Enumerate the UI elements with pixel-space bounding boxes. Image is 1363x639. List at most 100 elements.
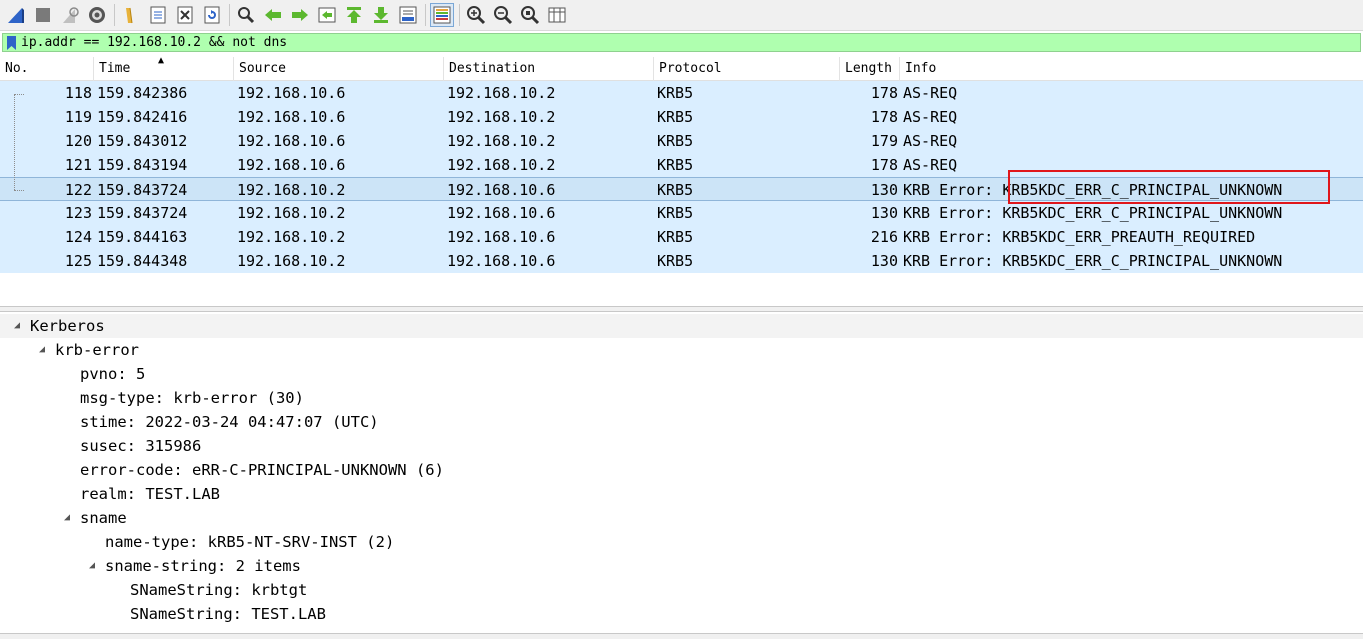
detail-tree-item[interactable]: ◢ Kerberos — [0, 314, 1363, 338]
detail-tree-item[interactable]: error-code: eRR-C-PRINCIPAL-UNKNOWN (6) — [0, 458, 1363, 482]
detail-tree-item[interactable]: ◢ sname — [0, 506, 1363, 530]
packet-cell-proto: KRB5 — [657, 156, 694, 174]
packet-cell-dst: 192.168.10.6 — [447, 181, 556, 199]
close-file-icon[interactable] — [173, 3, 197, 27]
packet-cell-time: 159.843012 — [97, 132, 188, 150]
detail-tree-label: sname-string: 2 items — [105, 557, 301, 575]
packet-row[interactable]: 119 159.842416 192.168.10.6 192.168.10.2 KRB… — [0, 105, 1363, 129]
expand-toggle-icon[interactable]: ◢ — [14, 314, 20, 338]
packet-cell-src: 192.168.10.6 — [237, 108, 346, 126]
toolbar-separator — [229, 4, 230, 26]
normal-size-icon[interactable] — [518, 3, 542, 27]
packet-cell-len: 178 — [870, 156, 898, 174]
detail-tree-item[interactable]: ◢ krb-error — [0, 338, 1363, 362]
detail-tree-item[interactable]: SNameString: TEST.LAB — [0, 602, 1363, 626]
packet-cell-proto: KRB5 — [657, 181, 694, 199]
highlight-annotation-box — [1008, 170, 1330, 204]
detail-tree-label: pvno: 5 — [80, 365, 146, 383]
detail-tree-label: SNameString: TEST.LAB — [130, 605, 326, 623]
detail-tree-item[interactable]: pvno: 5 — [0, 362, 1363, 386]
packet-cell-dst: 192.168.10.2 — [447, 108, 556, 126]
open-folder-icon[interactable] — [119, 3, 143, 27]
conversation-tree-line — [14, 94, 15, 190]
packet-cell-dst: 192.168.10.6 — [447, 204, 556, 222]
resize-columns-icon[interactable] — [545, 3, 569, 27]
display-filter-input[interactable]: ip.addr == 192.168.10.2 && not dns — [2, 33, 1361, 52]
packet-row[interactable]: 123 159.843724 192.168.10.2 192.168.10.6 KRB… — [0, 201, 1363, 225]
go-back-arrow-icon[interactable] — [261, 3, 285, 27]
auto-scroll-icon[interactable] — [396, 3, 420, 27]
packet-cell-time: 159.843724 — [97, 181, 188, 199]
packet-cell-src: 192.168.10.2 — [237, 181, 346, 199]
detail-tree-item[interactable]: msg-type: krb-error (30) — [0, 386, 1363, 410]
detail-tree-item[interactable]: ◢ sname-string: 2 items — [0, 554, 1363, 578]
detail-tree-label: msg-type: krb-error (30) — [80, 389, 304, 407]
packet-cell-no: 125 — [64, 252, 92, 270]
save-file-icon[interactable] — [146, 3, 170, 27]
column-header-source[interactable]: Source — [234, 57, 444, 81]
gear-options-icon[interactable] — [85, 3, 109, 27]
zoom-in-icon[interactable] — [464, 3, 488, 27]
detail-tree-item[interactable]: realm: TEST.LAB — [0, 482, 1363, 506]
detail-tree-label: error-code: eRR-C-PRINCIPAL-UNKNOWN (6) — [80, 461, 444, 479]
packet-cell-no: 123 — [64, 204, 92, 222]
column-header-no[interactable]: No. — [0, 57, 94, 81]
conversation-tree-start — [14, 94, 24, 95]
packet-row[interactable]: 124 159.844163 192.168.10.2 192.168.10.6 KRB… — [0, 225, 1363, 249]
packet-cell-len: 130 — [870, 181, 898, 199]
detail-tree-label: stime: 2022-03-24 04:47:07 (UTC) — [80, 413, 379, 431]
detail-tree-item[interactable]: name-type: kRB5-NT-SRV-INST (2) — [0, 530, 1363, 554]
toolbar-separator — [459, 4, 460, 26]
bottom-splitter[interactable] — [0, 633, 1363, 639]
column-header-protocol[interactable]: Protocol — [654, 57, 840, 81]
packet-cell-proto: KRB5 — [657, 84, 694, 102]
packet-cell-time: 159.844163 — [97, 228, 188, 246]
packet-row[interactable]: 120 159.843012 192.168.10.6 192.168.10.2 KRB… — [0, 129, 1363, 153]
packet-row[interactable]: 125 159.844348 192.168.10.2 192.168.10.6 KRB… — [0, 249, 1363, 273]
packet-cell-dst: 192.168.10.2 — [447, 84, 556, 102]
toolbar-separator — [425, 4, 426, 26]
detail-tree-item[interactable]: stime: 2022-03-24 04:47:07 (UTC) — [0, 410, 1363, 434]
packet-cell-src: 192.168.10.2 — [237, 228, 346, 246]
zoom-out-icon[interactable] — [491, 3, 515, 27]
last-packet-icon[interactable] — [369, 3, 393, 27]
packet-row[interactable]: 118 159.842386 192.168.10.6 192.168.10.2 KRB… — [0, 81, 1363, 105]
detail-tree-label: krb-error — [55, 341, 139, 359]
detail-tree-item[interactable]: susec: 315986 — [0, 434, 1363, 458]
sort-ascending-icon: ▲ — [158, 55, 165, 66]
packet-cell-time: 159.843194 — [97, 156, 188, 174]
packet-cell-info: AS-REQ — [903, 84, 958, 102]
packet-details-tree: ◢ Kerberos ◢ krb-error pvno: 5 msg-type: krb-… — [0, 313, 1363, 633]
shark-fin-icon[interactable] — [4, 3, 28, 27]
go-to-packet-icon[interactable] — [315, 3, 339, 27]
packet-cell-proto: KRB5 — [657, 252, 694, 270]
detail-tree-item[interactable]: SNameString: krbtgt — [0, 578, 1363, 602]
packet-cell-dst: 192.168.10.2 — [447, 132, 556, 150]
expand-toggle-icon[interactable]: ◢ — [64, 506, 70, 530]
filter-text[interactable]: ip.addr == 192.168.10.2 && not dns — [19, 35, 287, 50]
packet-cell-proto: KRB5 — [657, 132, 694, 150]
packet-cell-info: AS-REQ — [903, 108, 958, 126]
restart-fin-icon[interactable] — [58, 3, 82, 27]
packet-cell-info: KRB Error: KRB5KDC_ERR_C_PRINCIPAL_UNKNO… — [903, 204, 1283, 222]
detail-tree-label: sname — [80, 509, 127, 527]
column-header-destination[interactable]: Destination — [444, 57, 654, 81]
packet-cell-proto: KRB5 — [657, 204, 694, 222]
colorize-icon[interactable] — [430, 3, 454, 27]
column-header-info[interactable]: Info — [900, 57, 1363, 81]
detail-tree-label: name-type: kRB5-NT-SRV-INST (2) — [105, 533, 395, 551]
packet-cell-time: 159.844348 — [97, 252, 188, 270]
packet-cell-dst: 192.168.10.6 — [447, 228, 556, 246]
reload-icon[interactable] — [200, 3, 224, 27]
filter-bookmark-icon[interactable] — [3, 34, 19, 51]
first-packet-icon[interactable] — [342, 3, 366, 27]
find-packet-icon[interactable] — [234, 3, 258, 27]
packet-list-header: No. Time ▲ Source Destination Protocol L… — [0, 55, 1363, 81]
expand-toggle-icon[interactable]: ◢ — [39, 338, 45, 362]
pane-splitter[interactable] — [0, 306, 1363, 312]
stop-square-icon[interactable] — [31, 3, 55, 27]
go-forward-arrow-icon[interactable] — [288, 3, 312, 27]
column-header-length[interactable]: Length — [840, 57, 900, 81]
packet-cell-info: AS-REQ — [903, 156, 958, 174]
expand-toggle-icon[interactable]: ◢ — [89, 554, 95, 578]
